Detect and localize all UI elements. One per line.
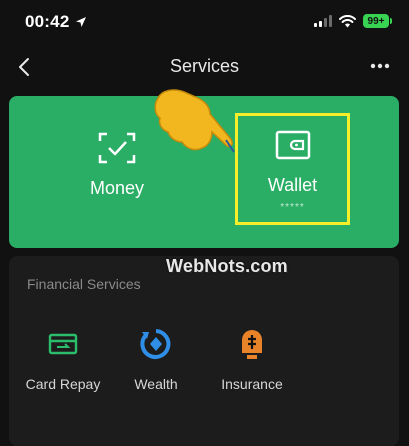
watermark: WebNots.com [166, 256, 288, 276]
status-bar: 00:42 99+ [0, 0, 409, 44]
wealth-button[interactable]: Wealth [106, 326, 206, 392]
battery-icon: 99+ [363, 14, 392, 28]
status-time: 00:42 [25, 12, 70, 31]
wallet-button[interactable]: Wallet ***** [235, 113, 350, 225]
location-arrow-icon [76, 17, 87, 27]
financial-services-card: Financial Services WebNots.com Card Repa… [9, 256, 399, 446]
more-button[interactable] [367, 56, 393, 76]
wealth-icon [138, 326, 174, 362]
wifi-icon [339, 14, 356, 27]
wallet-label: Wallet [267, 175, 318, 195]
insurance-icon [234, 326, 270, 362]
wallet-balance-masked: ***** [280, 202, 305, 213]
insurance-button[interactable]: Insurance [202, 326, 302, 392]
signal-icon [314, 15, 332, 27]
card-repay-icon [45, 326, 81, 362]
money-label: Money [89, 178, 145, 198]
wallet-icon [273, 127, 313, 163]
section-title: Financial Services [27, 276, 141, 292]
card-repay-label: Card Repay [25, 376, 101, 392]
page-title: Services [169, 56, 240, 76]
card-repay-button[interactable]: Card Repay [13, 326, 113, 392]
time-group: 00:42 [25, 12, 87, 32]
more-dots-icon [370, 63, 390, 69]
battery-level: 99+ [367, 15, 385, 27]
pointing-hand-icon [154, 89, 235, 153]
scan-check-icon [97, 130, 137, 166]
status-icons: 99+ [314, 14, 392, 28]
insurance-label: Insurance [221, 376, 283, 392]
wealth-label: Wealth [134, 376, 178, 392]
